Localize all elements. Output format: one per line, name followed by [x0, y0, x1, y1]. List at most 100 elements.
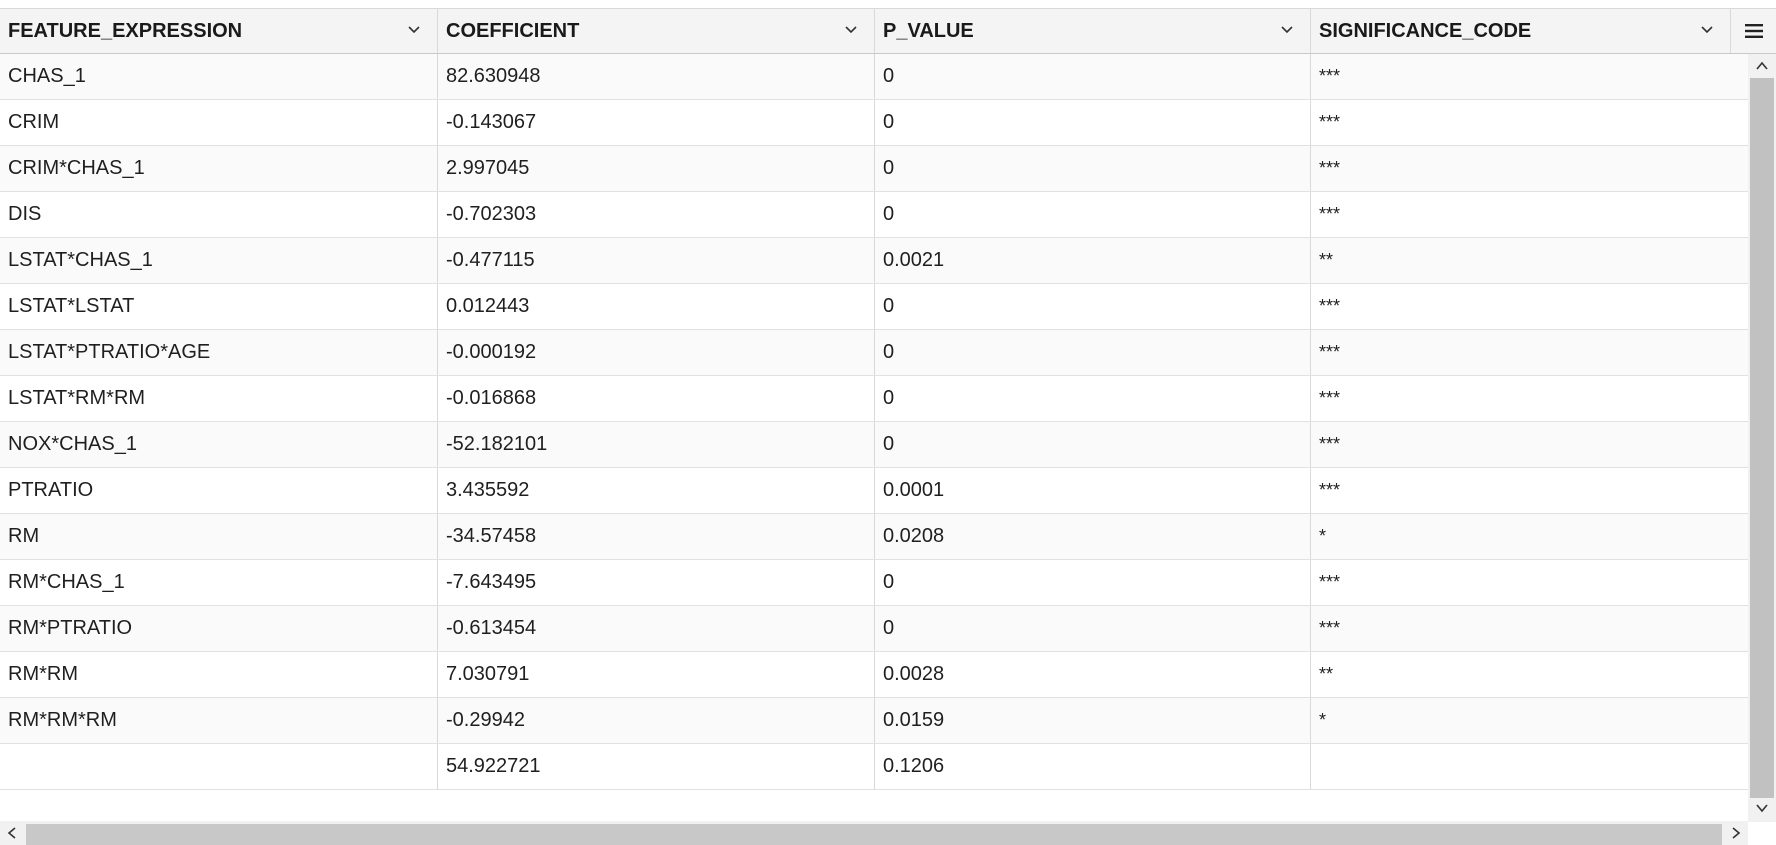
cell-feature-expression[interactable]: LSTAT*RM*RM: [0, 376, 438, 421]
cell-coefficient[interactable]: -0.613454: [438, 606, 875, 651]
cell-p-value[interactable]: 0: [875, 284, 1311, 329]
column-header-feature-expression[interactable]: FEATURE_EXPRESSION: [0, 9, 438, 53]
cell-feature-expression[interactable]: LSTAT*LSTAT: [0, 284, 438, 329]
cell-feature-expression[interactable]: NOX*CHAS_1: [0, 422, 438, 467]
cell-coefficient[interactable]: -7.643495: [438, 560, 875, 605]
cell-significance-code[interactable]: ***: [1311, 606, 1748, 651]
cell-p-value[interactable]: 0: [875, 146, 1311, 191]
chevron-right-icon: [1732, 827, 1741, 839]
cell-feature-expression[interactable]: LSTAT*PTRATIO*AGE: [0, 330, 438, 375]
cell-coefficient[interactable]: 82.630948: [438, 54, 875, 99]
table-row[interactable]: CRIM -0.143067 0 ***: [0, 100, 1748, 146]
cell-p-value[interactable]: 0: [875, 606, 1311, 651]
cell-significance-code[interactable]: ***: [1311, 54, 1748, 99]
column-header-coefficient[interactable]: COEFFICIENT: [438, 9, 875, 53]
cell-significance-code[interactable]: ***: [1311, 560, 1748, 605]
cell-feature-expression[interactable]: LSTAT*CHAS_1: [0, 238, 438, 283]
grid-menu-button[interactable]: [1731, 9, 1776, 53]
table-row[interactable]: DIS -0.702303 0 ***: [0, 192, 1748, 238]
cell-coefficient[interactable]: -52.182101: [438, 422, 875, 467]
table-row[interactable]: NOX*CHAS_1 -52.182101 0 ***: [0, 422, 1748, 468]
cell-coefficient[interactable]: 54.922721: [438, 744, 875, 789]
cell-p-value[interactable]: 0.0159: [875, 698, 1311, 743]
cell-significance-code[interactable]: *: [1311, 698, 1748, 743]
cell-coefficient[interactable]: 2.997045: [438, 146, 875, 191]
cell-p-value[interactable]: 0.0001: [875, 468, 1311, 513]
cell-feature-expression[interactable]: CRIM: [0, 100, 438, 145]
table-row[interactable]: RM*RM 7.030791 0.0028 **: [0, 652, 1748, 698]
cell-significance-code[interactable]: ***: [1311, 146, 1748, 191]
table-row[interactable]: RM*RM*RM -0.29942 0.0159 *: [0, 698, 1748, 744]
scroll-right-button[interactable]: [1726, 823, 1746, 843]
cell-feature-expression[interactable]: PTRATIO: [0, 468, 438, 513]
cell-p-value[interactable]: 0: [875, 376, 1311, 421]
scroll-up-button[interactable]: [1752, 56, 1772, 76]
cell-coefficient[interactable]: -0.000192: [438, 330, 875, 375]
cell-feature-expression[interactable]: CRIM*CHAS_1: [0, 146, 438, 191]
cell-feature-expression[interactable]: CHAS_1: [0, 54, 438, 99]
grid-body: CHAS_1 82.630948 0 *** CRIM -0.143067 0 *** CRIM…: [0, 54, 1748, 794]
table-row[interactable]: LSTAT*PTRATIO*AGE -0.000192 0 ***: [0, 330, 1748, 376]
cell-p-value[interactable]: 0: [875, 560, 1311, 605]
cell-coefficient[interactable]: -0.29942: [438, 698, 875, 743]
cell-significance-code[interactable]: **: [1311, 238, 1748, 283]
table-row[interactable]: RM*PTRATIO -0.613454 0 ***: [0, 606, 1748, 652]
cell-coefficient[interactable]: 3.435592: [438, 468, 875, 513]
cell-p-value[interactable]: 0: [875, 422, 1311, 467]
cell-p-value[interactable]: 0.0208: [875, 514, 1311, 559]
table-row[interactable]: LSTAT*CHAS_1 -0.477115 0.0021 **: [0, 238, 1748, 284]
table-row[interactable]: 54.922721 0.1206: [0, 744, 1748, 790]
cell-p-value[interactable]: 0: [875, 192, 1311, 237]
cell-significance-code[interactable]: [1311, 744, 1748, 789]
cell-feature-expression[interactable]: RM*RM: [0, 652, 438, 697]
cell-p-value[interactable]: 0: [875, 330, 1311, 375]
cell-significance-code[interactable]: **: [1311, 652, 1748, 697]
cell-feature-expression[interactable]: RM*CHAS_1: [0, 560, 438, 605]
cell-feature-expression[interactable]: [0, 744, 438, 789]
horizontal-scrollbar[interactable]: [0, 821, 1748, 845]
cell-significance-code[interactable]: ***: [1311, 192, 1748, 237]
vertical-scroll-thumb[interactable]: [1750, 78, 1774, 798]
chevron-down-icon[interactable]: [407, 23, 421, 37]
cell-coefficient[interactable]: -0.702303: [438, 192, 875, 237]
cell-coefficient[interactable]: -0.143067: [438, 100, 875, 145]
cell-significance-code[interactable]: ***: [1311, 376, 1748, 421]
cell-coefficient[interactable]: 7.030791: [438, 652, 875, 697]
cell-coefficient[interactable]: -0.477115: [438, 238, 875, 283]
cell-significance-code[interactable]: ***: [1311, 422, 1748, 467]
table-row[interactable]: CHAS_1 82.630948 0 ***: [0, 54, 1748, 100]
scroll-left-button[interactable]: [2, 823, 22, 843]
cell-p-value[interactable]: 0: [875, 54, 1311, 99]
cell-significance-code[interactable]: ***: [1311, 284, 1748, 329]
cell-feature-expression[interactable]: RM*RM*RM: [0, 698, 438, 743]
cell-significance-code[interactable]: *: [1311, 514, 1748, 559]
cell-feature-expression[interactable]: DIS: [0, 192, 438, 237]
cell-feature-expression[interactable]: RM*PTRATIO: [0, 606, 438, 651]
table-row[interactable]: CRIM*CHAS_1 2.997045 0 ***: [0, 146, 1748, 192]
cell-p-value[interactable]: 0: [875, 100, 1311, 145]
cell-feature-expression[interactable]: RM: [0, 514, 438, 559]
cell-p-value[interactable]: 0.0021: [875, 238, 1311, 283]
chevron-down-icon: [1756, 804, 1768, 813]
cell-significance-code[interactable]: ***: [1311, 100, 1748, 145]
table-row[interactable]: RM -34.57458 0.0208 *: [0, 514, 1748, 560]
table-row[interactable]: LSTAT*RM*RM -0.016868 0 ***: [0, 376, 1748, 422]
chevron-down-icon[interactable]: [1280, 23, 1294, 37]
horizontal-scroll-thumb[interactable]: [26, 824, 1722, 845]
column-header-p-value[interactable]: P_VALUE: [875, 9, 1311, 53]
chevron-down-icon[interactable]: [1700, 23, 1714, 37]
table-row[interactable]: RM*CHAS_1 -7.643495 0 ***: [0, 560, 1748, 606]
cell-coefficient[interactable]: 0.012443: [438, 284, 875, 329]
cell-p-value[interactable]: 0.0028: [875, 652, 1311, 697]
vertical-scrollbar[interactable]: [1748, 54, 1776, 822]
table-row[interactable]: PTRATIO 3.435592 0.0001 ***: [0, 468, 1748, 514]
cell-p-value[interactable]: 0.1206: [875, 744, 1311, 789]
cell-coefficient[interactable]: -34.57458: [438, 514, 875, 559]
cell-significance-code[interactable]: ***: [1311, 468, 1748, 513]
table-row[interactable]: LSTAT*LSTAT 0.012443 0 ***: [0, 284, 1748, 330]
cell-coefficient[interactable]: -0.016868: [438, 376, 875, 421]
cell-significance-code[interactable]: ***: [1311, 330, 1748, 375]
scroll-down-button[interactable]: [1752, 798, 1772, 818]
column-header-significance-code[interactable]: SIGNIFICANCE_CODE: [1311, 9, 1731, 53]
chevron-down-icon[interactable]: [844, 23, 858, 37]
